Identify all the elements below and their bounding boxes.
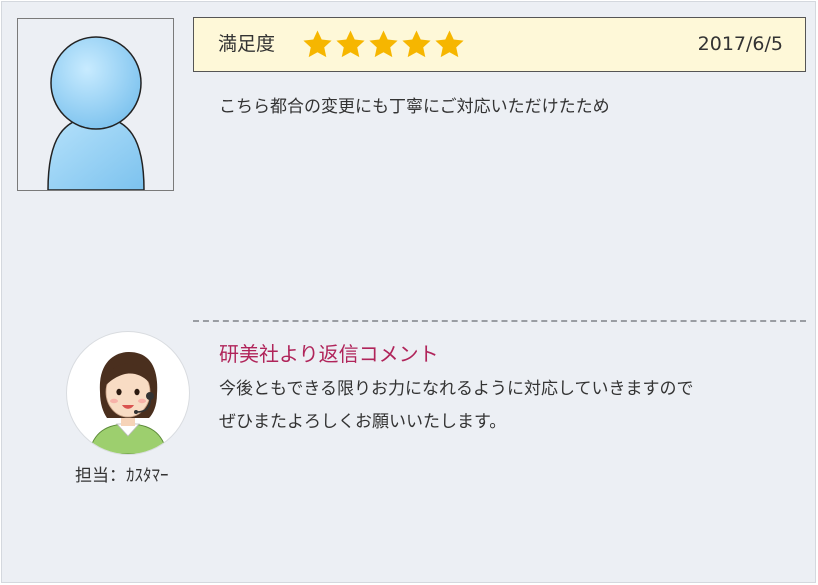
review-card: 満足度 2017/6/5 こちら都合の変更にも丁寧にご対応いただけたため 担当：… [1,1,816,583]
review-text: こちら都合の変更にも丁寧にご対応いただけたため [219,97,610,117]
star-icon [402,30,431,58]
star-icon [336,30,365,58]
rating-label: 満足度 [218,33,276,55]
reviewer-avatar [17,18,174,191]
reply-line: ぜひまたよろしくお願いいたします。 [219,412,507,432]
reply-body: 今後ともできる限りお力になれるように対応していきますので ぜひまたよろしくお願い… [219,373,693,439]
star-icon [435,30,464,58]
reply-line: 今後ともできる限りお力になれるように対応していきますので [219,379,694,399]
reply-heading: 研美社より返信コメント [219,342,439,366]
staff-headset-avatar-icon [88,352,168,454]
user-silhouette-icon [47,36,145,190]
rating-bar: 満足度 2017/6/5 [193,17,806,72]
staff-label: 担当：ｶｽﾀﾏｰ [75,466,169,486]
review-date: 2017/6/5 [697,33,783,55]
section-divider [193,320,806,322]
star-rating [301,28,466,61]
star-icon [369,30,398,58]
staff-avatar [66,331,190,455]
star-icon [303,30,332,58]
